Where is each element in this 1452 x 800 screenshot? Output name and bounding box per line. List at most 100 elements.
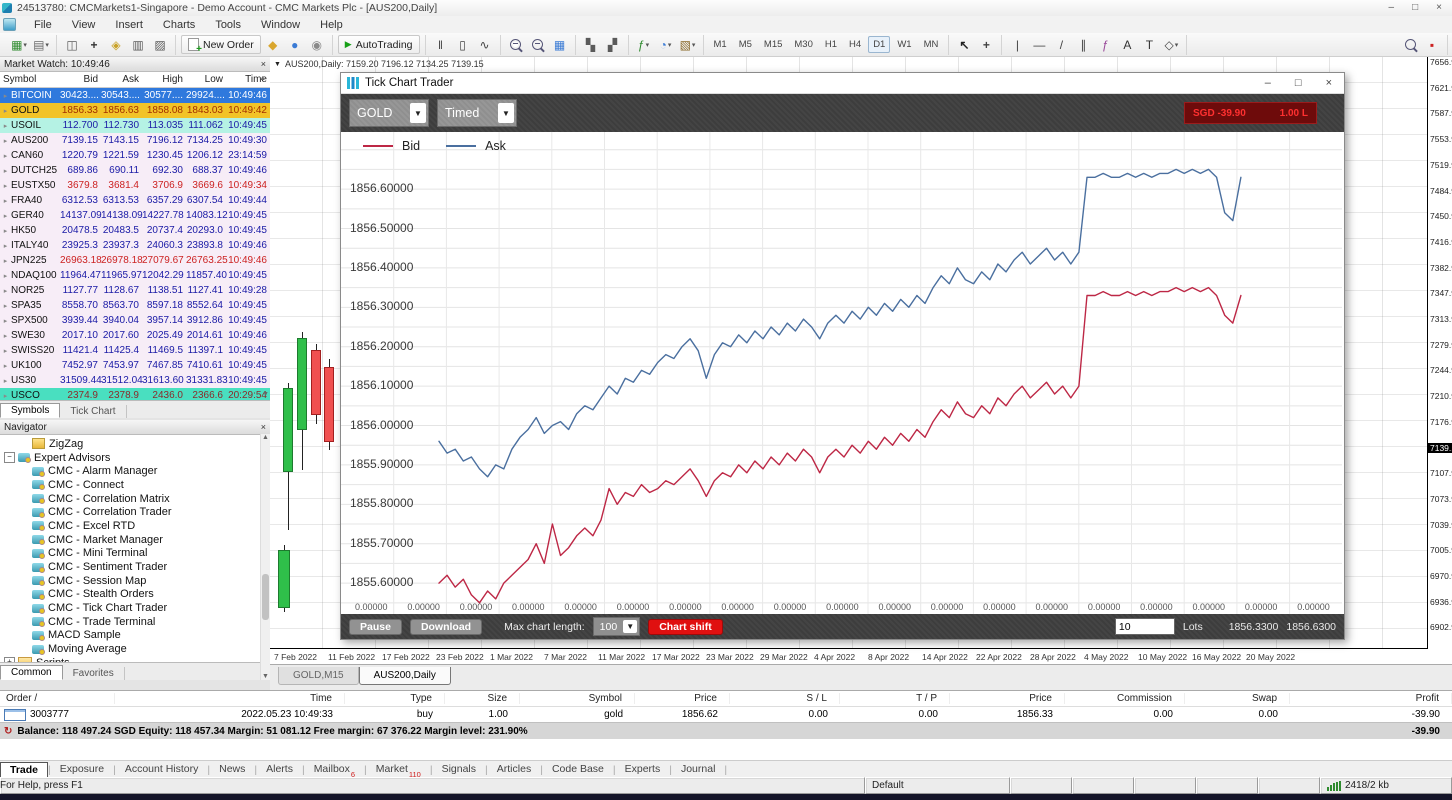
symbol-row-gold[interactable]: ▸GOLD1856.331856.631858.081843.0310:49:4…	[0, 103, 270, 118]
terminal-column-commission[interactable]: Commission	[1065, 693, 1185, 704]
navigator-close-icon[interactable]: ×	[261, 422, 266, 432]
menu-file[interactable]: File	[24, 18, 62, 32]
chart-shift-toggle[interactable]: ◫	[62, 35, 82, 55]
tab-market[interactable]: Market110	[367, 762, 430, 777]
zoom-in-icon[interactable]	[506, 35, 526, 55]
tile-windows-icon[interactable]: ▦	[550, 35, 570, 55]
collapse-icon[interactable]: −	[4, 452, 15, 463]
tab-news[interactable]: News	[210, 762, 254, 777]
cursor-hand-icon[interactable]: ◈	[106, 35, 126, 55]
max-chart-length-select[interactable]: 100 ▼	[593, 617, 641, 636]
symbol-row-swe30[interactable]: ▸SWE302017.102017.602025.492014.6110:49:…	[0, 328, 270, 343]
symbol-row-aus200[interactable]: ▸AUS2007139.157143.157196.127134.2510:49…	[0, 133, 270, 148]
pause-button[interactable]: Pause	[349, 619, 402, 635]
symbol-row-ger40[interactable]: ▸GER4014137.0914138.0914227.7814083.1210…	[0, 208, 270, 223]
tab-mailbox[interactable]: Mailbox6	[305, 762, 364, 777]
menu-help[interactable]: Help	[310, 18, 353, 32]
tab-trade[interactable]: Trade	[0, 762, 48, 778]
maximize-icon[interactable]: □	[1295, 77, 1302, 89]
navigator-item-cmc-excel-rtd[interactable]: CMC - Excel RTD	[0, 519, 270, 533]
line-chart-type-icon[interactable]: ∿	[475, 35, 495, 55]
shapes-tool[interactable]: ◇▾	[1161, 35, 1181, 55]
navigator-item-cmc-tick-chart-trader[interactable]: CMC - Tick Chart Trader	[0, 601, 270, 615]
scroll-down-icon[interactable]: ▼	[262, 673, 269, 680]
symbol-row-usoil[interactable]: ▸USOIL112.700112.730113.035111.06210:49:…	[0, 118, 270, 133]
tick-window-title-bar[interactable]: Tick Chart Trader – □ ×	[341, 73, 1344, 94]
tab-common[interactable]: Common	[0, 665, 63, 680]
menu-tools[interactable]: Tools	[205, 18, 251, 32]
tab-journal[interactable]: Journal	[672, 762, 724, 777]
minimize-icon[interactable]: –	[1389, 1, 1395, 15]
timeframe-mn[interactable]: MN	[919, 36, 944, 53]
symbol-row-uk100[interactable]: ▸UK1007452.977453.977467.857410.6110:49:…	[0, 358, 270, 373]
date-axis[interactable]: 7 Feb 202211 Feb 202217 Feb 202223 Feb 2…	[270, 648, 1428, 665]
symbol-row-fra40[interactable]: ▸FRA406312.536313.536357.296307.5410:49:…	[0, 193, 270, 208]
timeframe-m5[interactable]: M5	[734, 36, 757, 53]
terminal-column-type[interactable]: Type	[345, 693, 445, 704]
navigator-item-moving-average[interactable]: Moving Average	[0, 642, 270, 656]
symbol-row-ndaq100[interactable]: ▸NDAQ10011964.4711965.9712042.2911857.40…	[0, 268, 270, 283]
terminal-column-price[interactable]: Price	[950, 693, 1065, 704]
menu-charts[interactable]: Charts	[153, 18, 205, 32]
timeframe-h4[interactable]: H4	[844, 36, 866, 53]
expand-icon[interactable]: +	[4, 657, 15, 662]
tab-favorites[interactable]: Favorites	[63, 667, 125, 680]
symbol-row-can60[interactable]: ▸CAN601220.791221.591230.451206.1223:14:…	[0, 148, 270, 163]
arrange-icon-1[interactable]: ▚	[581, 35, 601, 55]
search-icon[interactable]	[1400, 35, 1420, 55]
indicators-button[interactable]: ƒ▾	[634, 35, 654, 55]
column-header-symbol[interactable]: Symbol	[0, 74, 60, 85]
vertical-line-tool[interactable]: |	[1007, 35, 1027, 55]
tick-chart-plot[interactable]: Bid Ask 0.000000.000000.000000.000000.00…	[341, 132, 1344, 614]
tab-tick-chart[interactable]: Tick Chart	[60, 405, 126, 418]
fibonacci-tool[interactable]: ƒ	[1095, 35, 1115, 55]
market-watch-close-icon[interactable]: ×	[261, 59, 266, 69]
symbol-row-swiss20[interactable]: ▸SWISS2011421.411425.411469.511397.110:4…	[0, 343, 270, 358]
trade-row[interactable]: 30037772022.05.23 10:49:33buy1.00gold185…	[0, 707, 1452, 722]
label-tool[interactable]: T	[1139, 35, 1159, 55]
pointer-tool-icon[interactable]: ↖	[954, 35, 974, 55]
tab-exposure[interactable]: Exposure	[51, 762, 113, 777]
menu-insert[interactable]: Insert	[105, 18, 153, 32]
navigator-item-cmc-trade-terminal[interactable]: CMC - Trade Terminal	[0, 615, 270, 629]
terminal-column-size[interactable]: Size	[445, 693, 520, 704]
tab-articles[interactable]: Articles	[488, 762, 540, 777]
terminal-column-order[interactable]: Order /	[0, 693, 115, 704]
tab-experts[interactable]: Experts	[616, 762, 670, 777]
navigator-item-scripts[interactable]: +Scripts	[0, 656, 270, 662]
terminal-column-profit[interactable]: Profit	[1290, 693, 1452, 704]
market-watch-toggle-icon[interactable]: ▥	[128, 35, 148, 55]
new-chart-button[interactable]: ▦▾	[9, 35, 29, 55]
periods-button[interactable]: ◔▾	[656, 35, 676, 55]
crosshair-tool-icon[interactable]: +	[84, 35, 104, 55]
navigator-item-zigzag[interactable]: ZigZag	[0, 437, 270, 451]
symbol-row-dutch25[interactable]: ▸DUTCH25689.86690.11692.30688.3710:49:46	[0, 163, 270, 178]
chart-tab-gold-m15[interactable]: GOLD,M15	[278, 667, 359, 685]
price-axis[interactable]: 7656.97621.97587.97553.97519.97484.97450…	[1427, 57, 1452, 648]
terminal-column-tp[interactable]: T / P	[840, 693, 950, 704]
autotrading-button[interactable]: ▶AutoTrading	[338, 35, 420, 54]
chart-shift-button[interactable]: Chart shift	[648, 619, 723, 635]
symbol-row-hk50[interactable]: ▸HK5020478.520483.520737.420293.010:49:4…	[0, 223, 270, 238]
zoom-out-icon[interactable]	[528, 35, 548, 55]
scroll-up-icon[interactable]: ▲	[259, 75, 269, 82]
symbol-row-spa35[interactable]: ▸SPA358558.708563.708597.188552.6410:49:…	[0, 298, 270, 313]
menu-window[interactable]: Window	[251, 18, 310, 32]
navigator-item-macd-sample[interactable]: MACD Sample	[0, 629, 270, 643]
column-header-low[interactable]: Low	[186, 74, 226, 85]
tab-alerts[interactable]: Alerts	[257, 762, 302, 777]
symbol-row-jpn225[interactable]: ▸JPN22526963.1826978.1827079.6726763.251…	[0, 253, 270, 268]
data-window-toggle-icon[interactable]: ▨	[150, 35, 170, 55]
templates-button[interactable]: ▧▾	[678, 35, 698, 55]
candle-chart-type-icon[interactable]: ▯	[453, 35, 473, 55]
terminal-column-price[interactable]: Price	[635, 693, 730, 704]
maximize-icon[interactable]: □	[1412, 1, 1418, 15]
status-profile[interactable]: Default	[865, 777, 1010, 794]
terminal-column-time[interactable]: Time	[115, 693, 345, 704]
column-header-high[interactable]: High	[142, 74, 186, 85]
navigator-scrollbar[interactable]: ▲▼	[260, 434, 270, 680]
download-button[interactable]: Download	[410, 619, 482, 635]
navigator-item-cmc-market-manager[interactable]: CMC - Market Manager	[0, 533, 270, 547]
tab-account-history[interactable]: Account History	[116, 762, 208, 777]
symbol-row-us30[interactable]: ▸US3031509.4431512.0431613.6031331.8310:…	[0, 373, 270, 388]
